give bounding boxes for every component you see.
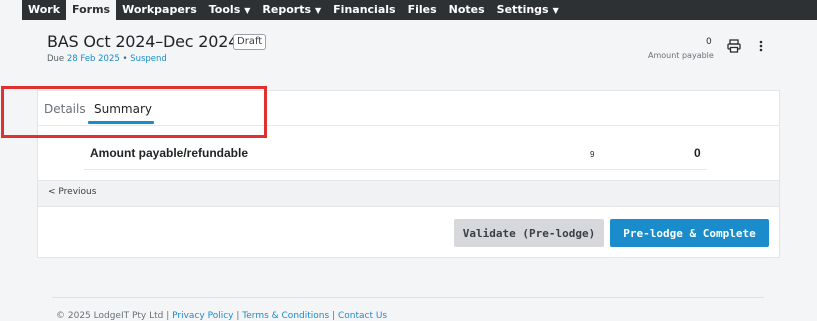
top-nav: Work Forms Workpapers Tools ▼ Reports ▼ Financi…: [22, 0, 817, 20]
more-vertical-icon[interactable]: [756, 38, 766, 54]
amount-payable-value: 0: [706, 37, 712, 47]
nav-item-forms[interactable]: Forms: [66, 0, 117, 20]
nav-item-label: Reports: [262, 3, 311, 16]
contact-us-link[interactable]: Contact Us: [338, 311, 387, 321]
nav-item-label: Tools: [208, 3, 241, 16]
nav-item-label: Workpapers: [122, 3, 197, 16]
previous-link[interactable]: < Previous: [48, 187, 96, 197]
footer-separator: |: [332, 311, 336, 321]
nav-item-label: Work: [28, 3, 61, 16]
printer-icon[interactable]: [726, 38, 742, 54]
nav-item-workpapers[interactable]: Workpapers: [116, 0, 203, 20]
nav-item-label: Forms: [72, 3, 111, 16]
highlight-annotation: [1, 86, 267, 138]
nav-item-financials[interactable]: Financials: [327, 0, 401, 20]
pagination-bar: [38, 180, 779, 207]
nav-item-settings[interactable]: Settings ▼: [491, 0, 565, 20]
nav-item-label: Files: [407, 3, 437, 16]
amount-payable-label: Amount payable: [648, 51, 714, 60]
nav-item-label: Financials: [333, 3, 396, 16]
chevron-down-icon: ▼: [244, 6, 251, 15]
chevron-down-icon: ▼: [552, 6, 559, 15]
footer: © 2025 LodgeIT Pty Ltd | Privacy Policy …: [56, 311, 387, 321]
row-divider: [84, 169, 707, 170]
nav-item-files[interactable]: Files: [402, 0, 443, 20]
chevron-down-icon: ▼: [315, 6, 322, 15]
summary-row-code: 9: [590, 150, 595, 159]
suspend-link[interactable]: Suspend: [130, 54, 167, 64]
nav-item-tools[interactable]: Tools ▼: [203, 0, 257, 20]
due-prefix: Due: [47, 54, 65, 64]
nav-item-reports[interactable]: Reports ▼: [256, 0, 327, 20]
due-line: Due 28 Feb 2025 • Suspend: [47, 54, 167, 64]
summary-row-value: 0: [694, 146, 701, 160]
validate-prelodge-button[interactable]: Validate (Pre-lodge): [454, 219, 604, 247]
footer-separator: |: [236, 311, 240, 321]
nav-item-label: Settings: [496, 3, 549, 16]
status-badge: Draft: [233, 34, 267, 50]
nav-item-label: Notes: [448, 3, 485, 16]
due-date-link[interactable]: 28 Feb 2025: [67, 54, 120, 64]
terms-link[interactable]: Terms & Conditions: [242, 311, 329, 321]
nav-item-work[interactable]: Work: [22, 0, 66, 20]
footer-copyright: © 2025 LodgeIT Pty Ltd |: [56, 311, 170, 321]
summary-row-label: Amount payable/refundable: [90, 146, 249, 160]
prelodge-complete-button[interactable]: Pre-lodge & Complete: [610, 219, 769, 247]
page-title: BAS Oct 2024–Dec 2024: [47, 32, 239, 51]
privacy-policy-link[interactable]: Privacy Policy: [172, 311, 233, 321]
nav-item-notes[interactable]: Notes: [443, 0, 491, 20]
footer-divider: [52, 297, 764, 298]
separator: •: [122, 54, 128, 64]
